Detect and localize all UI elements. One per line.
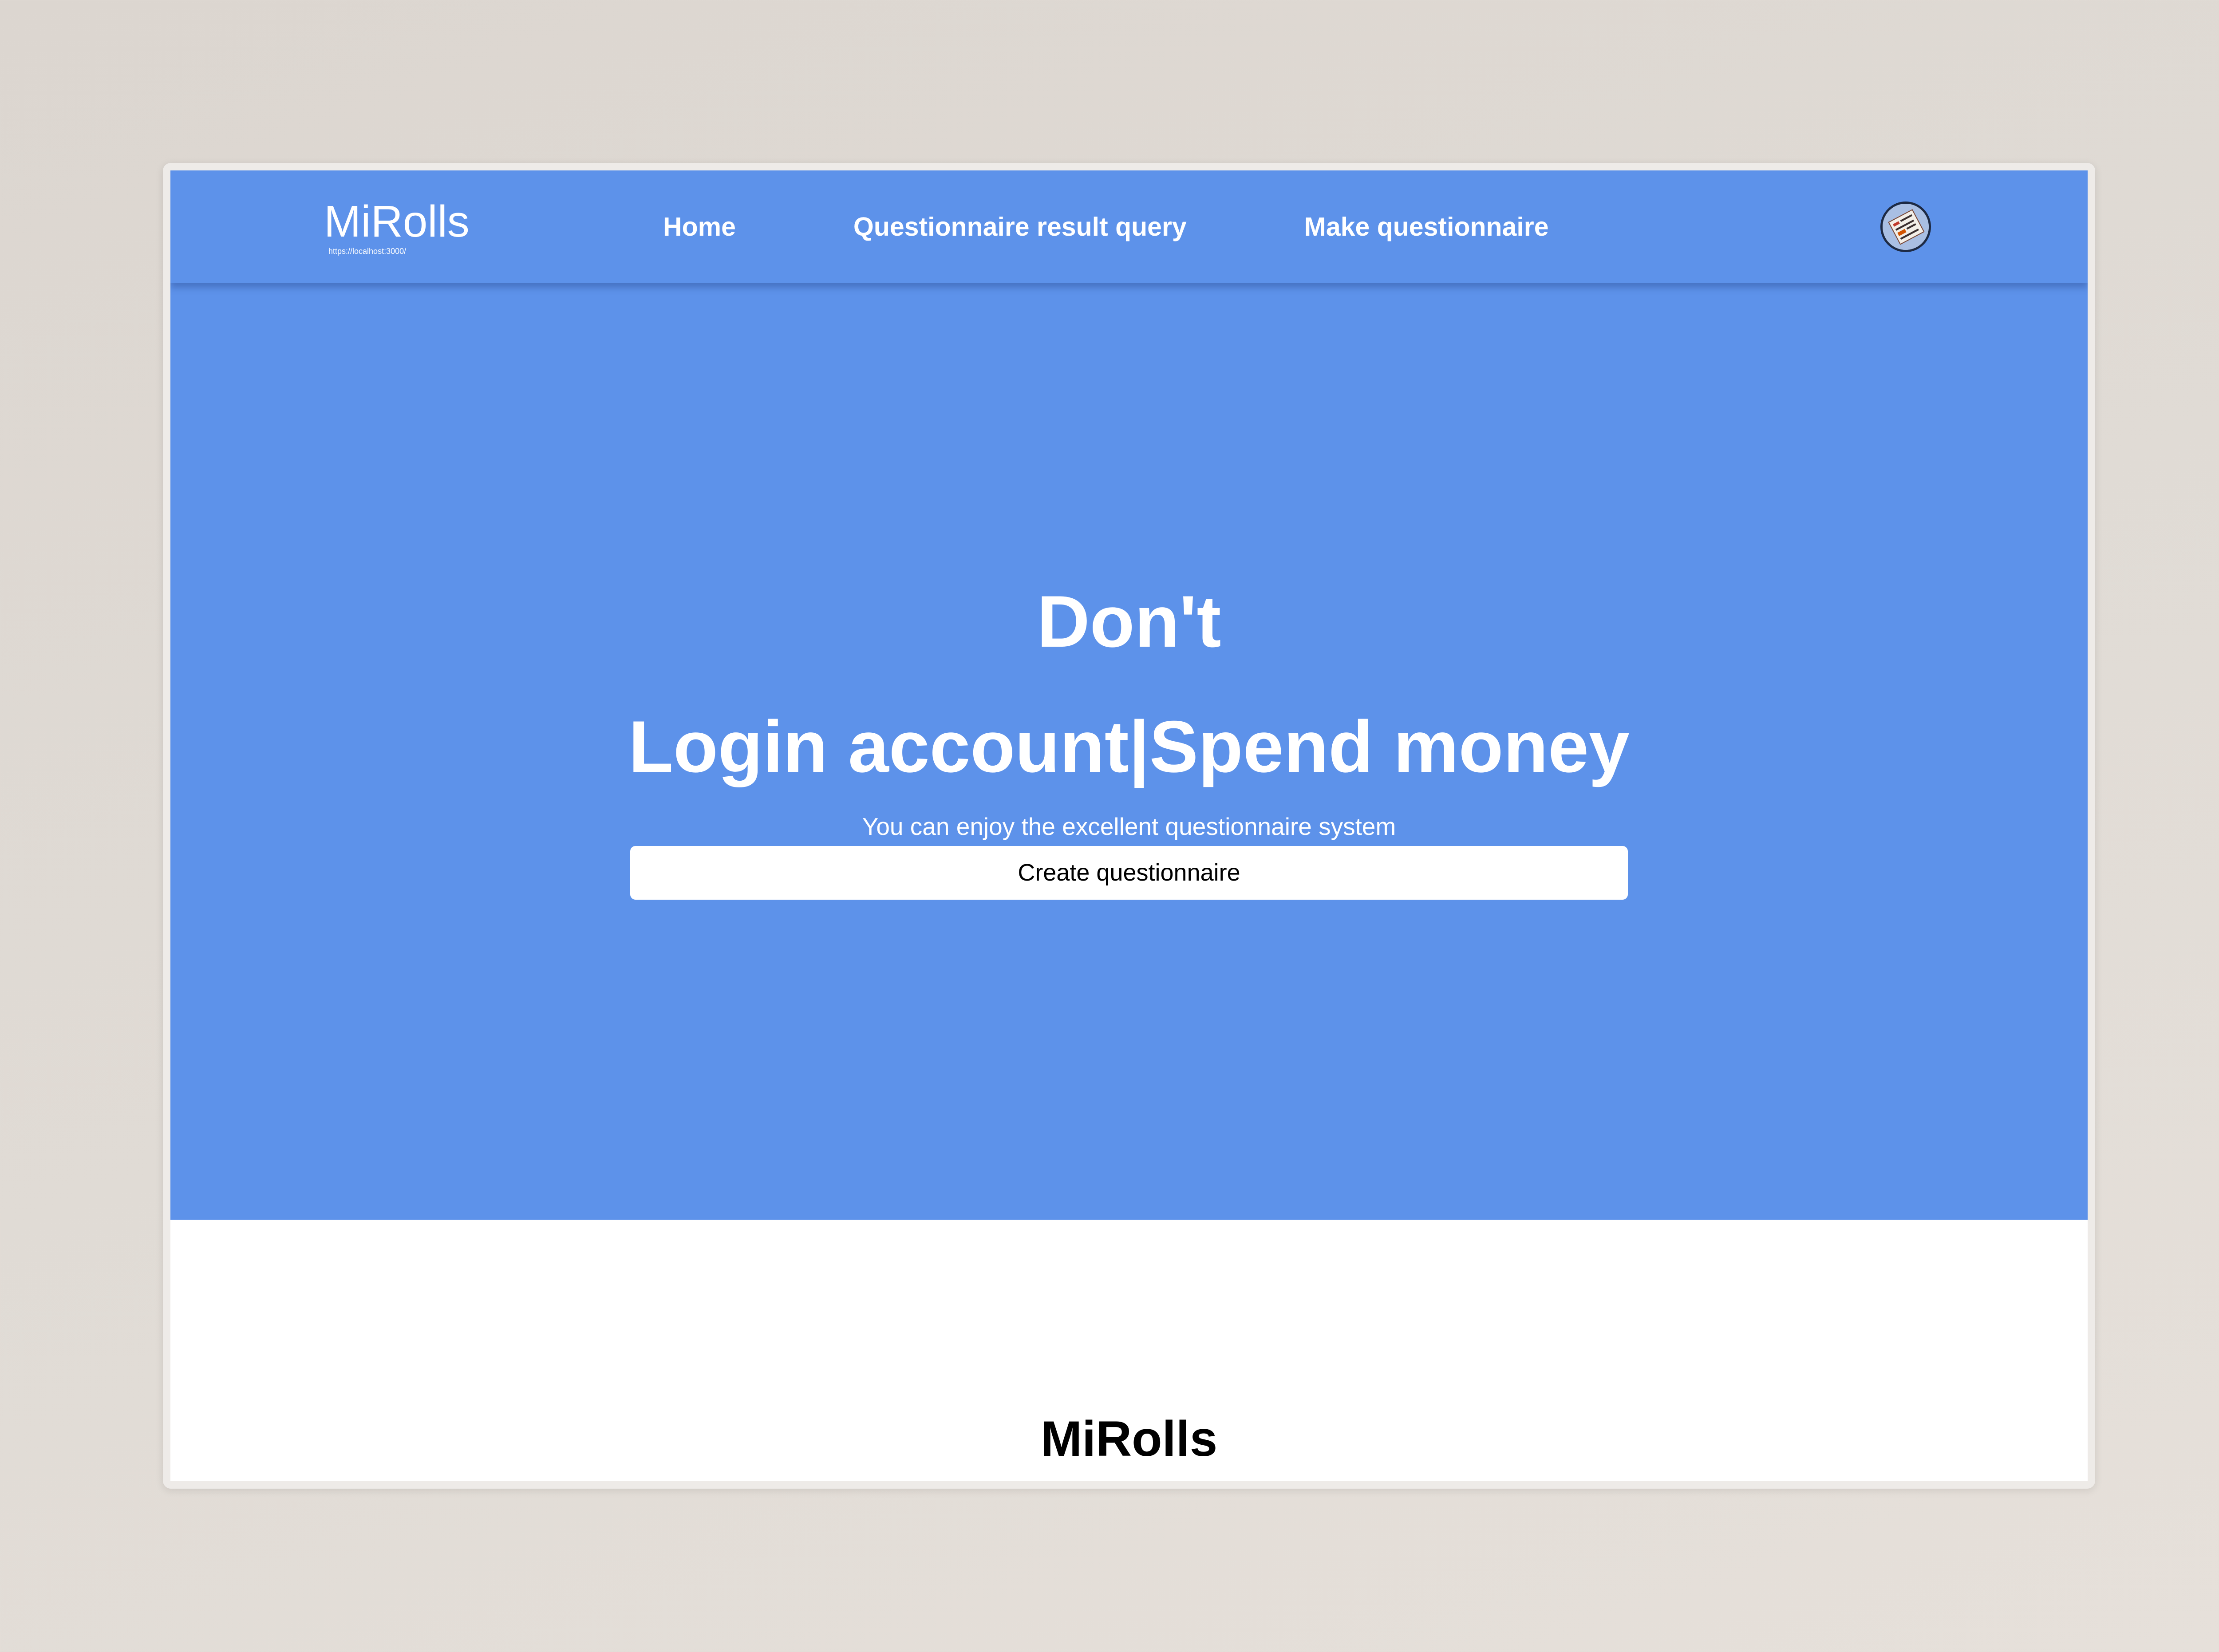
main-nav: Home Questionnaire result query Make que… xyxy=(663,170,1549,283)
hero-subtitle: You can enjoy the excellent questionnair… xyxy=(862,813,1396,840)
page-viewport: Don't Login account|Spend money You can … xyxy=(170,170,2088,1481)
hero-section: Don't Login account|Spend money You can … xyxy=(170,170,2088,1220)
top-navbar: MiRolls https://localhost:3000/ Home Que… xyxy=(170,170,2088,283)
brand-logo[interactable]: MiRolls https://localhost:3000/ xyxy=(324,197,470,256)
nav-link-result-query[interactable]: Questionnaire result query xyxy=(853,212,1187,242)
nav-link-make-questionnaire[interactable]: Make questionnaire xyxy=(1304,212,1549,242)
create-questionnaire-button[interactable]: Create questionnaire xyxy=(630,846,1628,900)
section-title: MiRolls xyxy=(1040,1411,1218,1466)
brand-name: MiRolls xyxy=(324,197,470,246)
brand-url: https://localhost:3000/ xyxy=(328,247,407,256)
hero-title-line-2: Login account|Spend money xyxy=(628,705,1630,787)
avatar-image-icon xyxy=(1883,204,1929,250)
user-avatar[interactable] xyxy=(1880,202,1931,252)
nav-link-home[interactable]: Home xyxy=(663,212,736,242)
hero-title-line-1: Don't xyxy=(1037,580,1221,662)
